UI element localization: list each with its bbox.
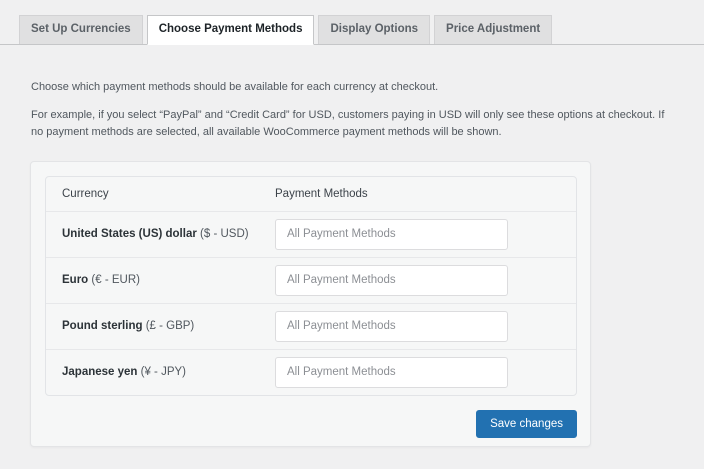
currency-name-detail: (£ - GBP): [143, 320, 195, 332]
payment-methods-input[interactable]: [275, 311, 508, 342]
payment-methods-card: Currency Payment Methods United States (…: [30, 161, 591, 447]
column-header-currency: Currency: [46, 177, 275, 211]
payment-methods-cell: [275, 257, 576, 303]
currency-name-bold: United States (US) dollar: [62, 228, 197, 240]
currency-name-detail: ($ - USD): [197, 228, 249, 240]
currency-cell: Japanese yen (¥ - JPY): [46, 349, 275, 395]
table-row: Euro (€ - EUR): [46, 257, 576, 303]
currency-table-body: United States (US) dollar ($ - USD) Euro…: [46, 211, 576, 395]
payment-methods-input[interactable]: [275, 265, 508, 296]
payment-methods-input[interactable]: [275, 219, 508, 250]
settings-content: Choose which payment methods should be a…: [0, 79, 704, 448]
currency-payment-table: Currency Payment Methods United States (…: [45, 176, 577, 396]
currency-cell: United States (US) dollar ($ - USD): [46, 211, 275, 257]
tab-bar: Set Up CurrenciesChoose Payment MethodsD…: [0, 0, 704, 45]
column-header-payment-methods: Payment Methods: [275, 177, 576, 211]
table-row: Japanese yen (¥ - JPY): [46, 349, 576, 395]
payment-methods-cell: [275, 303, 576, 349]
table-header-row: Currency Payment Methods: [46, 177, 576, 211]
currency-name-detail: (¥ - JPY): [137, 366, 186, 378]
currency-cell: Euro (€ - EUR): [46, 257, 275, 303]
currency-name-bold: Pound sterling: [62, 320, 143, 332]
payment-methods-input[interactable]: [275, 357, 508, 388]
table-row: United States (US) dollar ($ - USD): [46, 211, 576, 257]
currency-name-bold: Euro: [62, 274, 88, 286]
intro-line-1: Choose which payment methods should be a…: [31, 79, 674, 96]
tab-set-up-currencies[interactable]: Set Up Currencies: [19, 15, 143, 44]
currency-name-detail: (€ - EUR): [88, 274, 140, 286]
save-changes-button[interactable]: Save changes: [476, 410, 577, 438]
tab-price-adjustment[interactable]: Price Adjustment: [434, 15, 552, 44]
payment-methods-cell: [275, 211, 576, 257]
currency-cell: Pound sterling (£ - GBP): [46, 303, 275, 349]
intro-line-2: For example, if you select “PayPal” and …: [31, 107, 674, 141]
card-footer: Save changes: [45, 410, 577, 438]
payment-methods-cell: [275, 349, 576, 395]
currency-name-bold: Japanese yen: [62, 366, 137, 378]
tab-choose-payment-methods[interactable]: Choose Payment Methods: [147, 15, 315, 45]
tab-display-options[interactable]: Display Options: [318, 15, 430, 44]
table-row: Pound sterling (£ - GBP): [46, 303, 576, 349]
intro-text: Choose which payment methods should be a…: [30, 79, 674, 141]
